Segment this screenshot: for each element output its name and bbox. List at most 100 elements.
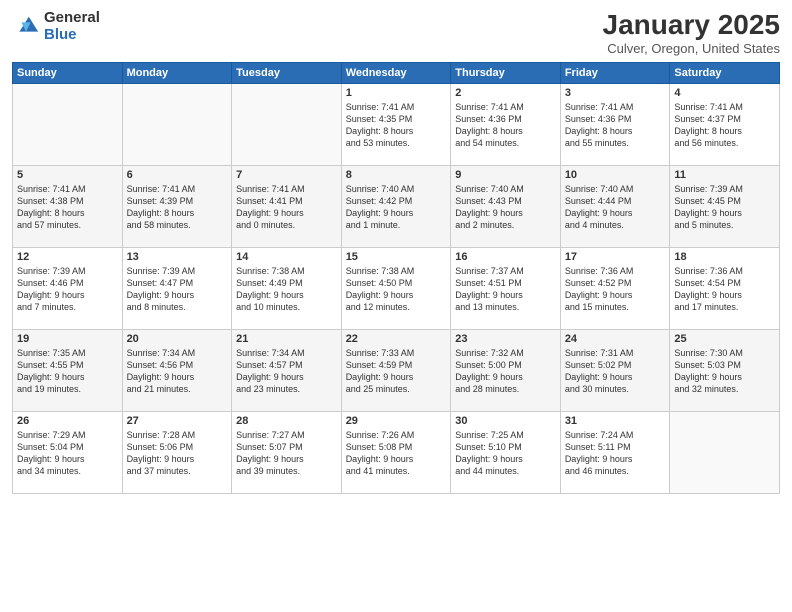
day-number: 9 [455, 169, 556, 181]
day-info: Sunrise: 7:38 AM Sunset: 4:50 PM Dayligh… [346, 265, 447, 314]
day-number: 31 [565, 415, 666, 427]
day-info: Sunrise: 7:32 AM Sunset: 5:00 PM Dayligh… [455, 347, 556, 396]
calendar-cell [670, 411, 780, 493]
day-info: Sunrise: 7:31 AM Sunset: 5:02 PM Dayligh… [565, 347, 666, 396]
day-info: Sunrise: 7:36 AM Sunset: 4:52 PM Dayligh… [565, 265, 666, 314]
day-info: Sunrise: 7:30 AM Sunset: 5:03 PM Dayligh… [674, 347, 775, 396]
day-number: 20 [127, 333, 228, 345]
logo-icon [12, 13, 40, 41]
calendar-week-row: 26 Sunrise: 7:29 AM Sunset: 5:04 PM Dayli… [13, 411, 780, 493]
day-number: 23 [455, 333, 556, 345]
calendar-cell: 25 Sunrise: 7:30 AM Sunset: 5:03 PM Dayli… [670, 329, 780, 411]
day-number: 19 [17, 333, 118, 345]
logo-general: General [44, 10, 100, 27]
day-info: Sunrise: 7:37 AM Sunset: 4:51 PM Dayligh… [455, 265, 556, 314]
day-info: Sunrise: 7:41 AM Sunset: 4:37 PM Dayligh… [674, 101, 775, 150]
calendar-cell: 14 Sunrise: 7:38 AM Sunset: 4:49 PM Dayli… [232, 247, 342, 329]
calendar-cell: 28 Sunrise: 7:27 AM Sunset: 5:07 PM Dayli… [232, 411, 342, 493]
day-number: 30 [455, 415, 556, 427]
calendar-cell: 27 Sunrise: 7:28 AM Sunset: 5:06 PM Dayli… [122, 411, 232, 493]
day-number: 28 [236, 415, 337, 427]
weekday-header: Monday [122, 62, 232, 83]
location: Culver, Oregon, United States [603, 41, 780, 56]
day-number: 12 [17, 251, 118, 263]
calendar-cell: 26 Sunrise: 7:29 AM Sunset: 5:04 PM Dayli… [13, 411, 123, 493]
header: General Blue January 2025 Culver, Oregon… [12, 10, 780, 56]
day-number: 14 [236, 251, 337, 263]
calendar-cell: 17 Sunrise: 7:36 AM Sunset: 4:52 PM Dayli… [560, 247, 670, 329]
day-number: 18 [674, 251, 775, 263]
calendar-container: General Blue January 2025 Culver, Oregon… [0, 0, 792, 612]
day-number: 17 [565, 251, 666, 263]
day-info: Sunrise: 7:36 AM Sunset: 4:54 PM Dayligh… [674, 265, 775, 314]
weekday-header: Thursday [451, 62, 561, 83]
calendar-cell: 12 Sunrise: 7:39 AM Sunset: 4:46 PM Dayli… [13, 247, 123, 329]
day-info: Sunrise: 7:34 AM Sunset: 4:57 PM Dayligh… [236, 347, 337, 396]
day-info: Sunrise: 7:41 AM Sunset: 4:36 PM Dayligh… [455, 101, 556, 150]
day-number: 1 [346, 87, 447, 99]
calendar-cell: 1 Sunrise: 7:41 AM Sunset: 4:35 PM Daylig… [341, 83, 451, 165]
day-info: Sunrise: 7:34 AM Sunset: 4:56 PM Dayligh… [127, 347, 228, 396]
day-number: 27 [127, 415, 228, 427]
day-info: Sunrise: 7:39 AM Sunset: 4:46 PM Dayligh… [17, 265, 118, 314]
day-number: 13 [127, 251, 228, 263]
calendar-cell: 30Sunrise: 7:25 AM Sunset: 5:10 PM Dayli… [451, 411, 561, 493]
month-title: January 2025 [603, 10, 780, 41]
calendar-cell: 22Sunrise: 7:33 AM Sunset: 4:59 PM Dayli… [341, 329, 451, 411]
day-number: 16 [455, 251, 556, 263]
calendar-cell: 8 Sunrise: 7:40 AM Sunset: 4:42 PM Daylig… [341, 165, 451, 247]
day-info: Sunrise: 7:41 AM Sunset: 4:36 PM Dayligh… [565, 101, 666, 150]
calendar-cell: 6 Sunrise: 7:41 AM Sunset: 4:39 PM Daylig… [122, 165, 232, 247]
day-info: Sunrise: 7:41 AM Sunset: 4:38 PM Dayligh… [17, 183, 118, 232]
day-number: 4 [674, 87, 775, 99]
calendar-cell: 20 Sunrise: 7:34 AM Sunset: 4:56 PM Dayli… [122, 329, 232, 411]
day-info: Sunrise: 7:35 AM Sunset: 4:55 PM Dayligh… [17, 347, 118, 396]
day-info: Sunrise: 7:28 AM Sunset: 5:06 PM Dayligh… [127, 429, 228, 478]
calendar-cell: 9Sunrise: 7:40 AM Sunset: 4:43 PM Daylig… [451, 165, 561, 247]
calendar-cell: 2 Sunrise: 7:41 AM Sunset: 4:36 PM Daylig… [451, 83, 561, 165]
title-block: January 2025 Culver, Oregon, United Stat… [603, 10, 780, 56]
calendar-week-row: 1 Sunrise: 7:41 AM Sunset: 4:35 PM Daylig… [13, 83, 780, 165]
calendar-cell [122, 83, 232, 165]
day-number: 8 [346, 169, 447, 181]
day-number: 15 [346, 251, 447, 263]
calendar-cell: 7Sunrise: 7:41 AM Sunset: 4:41 PM Daylig… [232, 165, 342, 247]
day-number: 10 [565, 169, 666, 181]
calendar-cell: 11 Sunrise: 7:39 AM Sunset: 4:45 PM Dayli… [670, 165, 780, 247]
calendar-cell: 5Sunrise: 7:41 AM Sunset: 4:38 PM Daylig… [13, 165, 123, 247]
day-number: 21 [236, 333, 337, 345]
calendar-cell [13, 83, 123, 165]
weekday-header: Wednesday [341, 62, 451, 83]
day-number: 11 [674, 169, 775, 181]
day-info: Sunrise: 7:24 AM Sunset: 5:11 PM Dayligh… [565, 429, 666, 478]
logo: General Blue [12, 10, 100, 43]
calendar-week-row: 12 Sunrise: 7:39 AM Sunset: 4:46 PM Dayli… [13, 247, 780, 329]
day-info: Sunrise: 7:39 AM Sunset: 4:45 PM Dayligh… [674, 183, 775, 232]
day-number: 7 [236, 169, 337, 181]
day-info: Sunrise: 7:41 AM Sunset: 4:39 PM Dayligh… [127, 183, 228, 232]
day-number: 26 [17, 415, 118, 427]
day-info: Sunrise: 7:29 AM Sunset: 5:04 PM Dayligh… [17, 429, 118, 478]
day-info: Sunrise: 7:41 AM Sunset: 4:35 PM Dayligh… [346, 101, 447, 150]
calendar-cell: 29Sunrise: 7:26 AM Sunset: 5:08 PM Dayli… [341, 411, 451, 493]
calendar-cell: 15 Sunrise: 7:38 AM Sunset: 4:50 PM Dayli… [341, 247, 451, 329]
calendar-table: SundayMondayTuesdayWednesdayThursdayFrid… [12, 62, 780, 494]
day-info: Sunrise: 7:27 AM Sunset: 5:07 PM Dayligh… [236, 429, 337, 478]
calendar-cell: 13 Sunrise: 7:39 AM Sunset: 4:47 PM Dayli… [122, 247, 232, 329]
day-info: Sunrise: 7:40 AM Sunset: 4:42 PM Dayligh… [346, 183, 447, 232]
day-number: 24 [565, 333, 666, 345]
calendar-cell: 21 Sunrise: 7:34 AM Sunset: 4:57 PM Dayli… [232, 329, 342, 411]
calendar-cell: 10 Sunrise: 7:40 AM Sunset: 4:44 PM Dayli… [560, 165, 670, 247]
calendar-cell: 16 Sunrise: 7:37 AM Sunset: 4:51 PM Dayli… [451, 247, 561, 329]
day-info: Sunrise: 7:39 AM Sunset: 4:47 PM Dayligh… [127, 265, 228, 314]
day-number: 2 [455, 87, 556, 99]
calendar-cell [232, 83, 342, 165]
day-number: 6 [127, 169, 228, 181]
day-info: Sunrise: 7:40 AM Sunset: 4:44 PM Dayligh… [565, 183, 666, 232]
day-info: Sunrise: 7:26 AM Sunset: 5:08 PM Dayligh… [346, 429, 447, 478]
logo-blue: Blue [44, 27, 100, 44]
day-info: Sunrise: 7:38 AM Sunset: 4:49 PM Dayligh… [236, 265, 337, 314]
day-number: 25 [674, 333, 775, 345]
calendar-cell: 4 Sunrise: 7:41 AM Sunset: 4:37 PM Daylig… [670, 83, 780, 165]
calendar-cell: 31 Sunrise: 7:24 AM Sunset: 5:11 PM Dayli… [560, 411, 670, 493]
